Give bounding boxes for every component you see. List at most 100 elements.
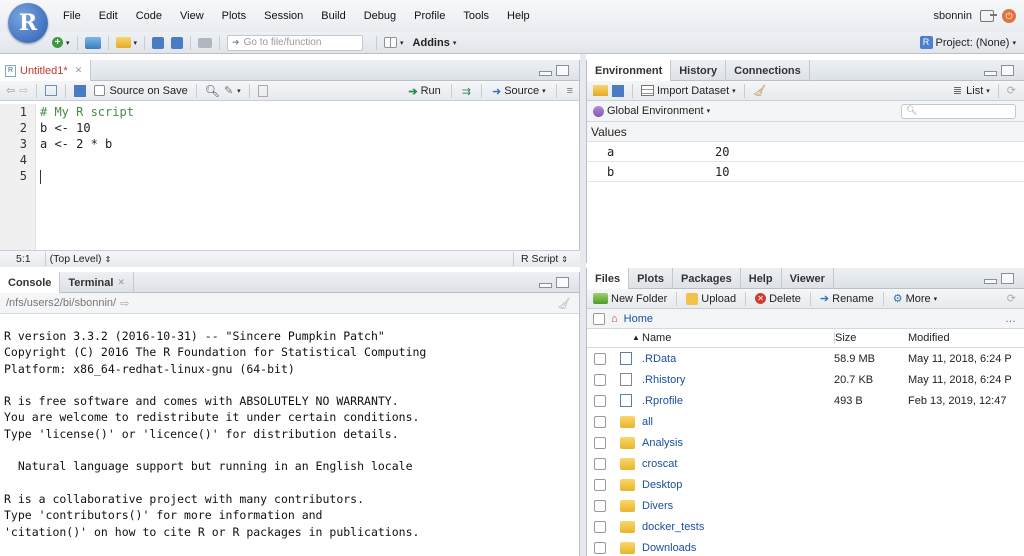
- tab-environment[interactable]: Environment: [587, 60, 672, 81]
- grid-layout-button[interactable]: ▾: [384, 37, 404, 48]
- menu-debug[interactable]: Debug: [364, 10, 396, 22]
- compile-report-icon[interactable]: [257, 84, 268, 97]
- folder-name[interactable]: all: [642, 416, 653, 428]
- file-checkbox[interactable]: [594, 352, 606, 365]
- menu-build[interactable]: Build: [321, 10, 345, 22]
- menu-file[interactable]: File: [63, 10, 81, 22]
- source-on-save-toggle[interactable]: Source on Save: [94, 85, 188, 97]
- tab-console[interactable]: Console: [0, 272, 61, 293]
- folder-row[interactable]: Desktop: [587, 474, 1024, 495]
- menu-code[interactable]: Code: [136, 10, 162, 22]
- minimize-icon[interactable]: [539, 283, 552, 288]
- source-on-save-checkbox[interactable]: [94, 85, 106, 96]
- file-name[interactable]: .Rhistory: [642, 374, 685, 386]
- column-size-header[interactable]: Size: [834, 332, 856, 344]
- tab-plots[interactable]: Plots: [629, 268, 673, 289]
- open-file-button[interactable]: ▾: [115, 37, 137, 48]
- maximize-icon[interactable]: [1001, 273, 1014, 284]
- tab-packages[interactable]: Packages: [673, 268, 741, 289]
- file-row[interactable]: .Rhistory 20.7 KB May 11, 2018, 6:24 P: [587, 369, 1024, 390]
- tab-files[interactable]: Files: [587, 268, 630, 289]
- variable-row[interactable]: b 10: [587, 162, 1024, 182]
- folder-name[interactable]: Analysis: [642, 437, 683, 449]
- maximize-icon[interactable]: [556, 277, 569, 288]
- clear-console-icon[interactable]: 🧹︎: [557, 297, 571, 310]
- file-checkbox[interactable]: [594, 541, 606, 554]
- close-icon[interactable]: ✕: [75, 65, 83, 76]
- column-name-header[interactable]: ▲ Name: [632, 332, 671, 344]
- tab-connections[interactable]: Connections: [726, 60, 810, 81]
- file-checkbox[interactable]: [594, 436, 606, 449]
- power-icon[interactable]: ⏻: [1002, 9, 1016, 23]
- source-button[interactable]: ➜ Source ▾: [492, 85, 546, 98]
- minimize-icon[interactable]: [539, 71, 552, 76]
- save-workspace-icon[interactable]: [612, 84, 624, 97]
- goto-file-input[interactable]: ➜ Go to file/function: [227, 34, 364, 51]
- load-workspace-icon[interactable]: [593, 85, 608, 96]
- tab-history[interactable]: History: [671, 60, 727, 81]
- goto-dir-icon[interactable]: ⇨: [120, 297, 129, 310]
- maximize-icon[interactable]: [556, 65, 569, 76]
- menu-edit[interactable]: Edit: [99, 10, 118, 22]
- file-checkbox[interactable]: [594, 457, 606, 470]
- save-all-icon[interactable]: [171, 36, 184, 49]
- new-folder-button[interactable]: New Folder: [593, 293, 667, 305]
- file-name[interactable]: .RData: [642, 353, 676, 365]
- maximize-icon[interactable]: [1001, 65, 1014, 76]
- minimize-icon[interactable]: [984, 71, 997, 76]
- rerun-icon[interactable]: ⇉: [462, 85, 471, 98]
- breadcrumb-home[interactable]: Home: [624, 313, 653, 325]
- import-dataset-button[interactable]: Import Dataset ▾: [641, 85, 736, 97]
- folder-name[interactable]: Desktop: [642, 479, 682, 491]
- file-checkbox[interactable]: [594, 373, 606, 386]
- project-menu-button[interactable]: R Project: (None) ▾: [919, 36, 1016, 49]
- file-checkbox[interactable]: [594, 478, 606, 491]
- new-project-button[interactable]: [84, 36, 101, 49]
- file-name[interactable]: .Rprofile: [642, 395, 683, 407]
- folder-row[interactable]: Analysis: [587, 432, 1024, 453]
- global-environment-dropdown[interactable]: Global Environment ▾: [593, 105, 710, 117]
- code-editor[interactable]: 1 2 3 4 5 # My R script b <- 10 a <- 2 *…: [0, 104, 578, 250]
- column-modified-header[interactable]: Modified: [908, 332, 950, 344]
- magic-wand-icon[interactable]: ✎: [224, 84, 233, 97]
- file-type-selector[interactable]: R Script ⇕: [509, 252, 568, 266]
- new-file-button[interactable]: + ▾: [52, 37, 70, 48]
- more-options-icon[interactable]: …: [1005, 313, 1016, 325]
- more-button[interactable]: ⚙ More ▾: [893, 292, 937, 306]
- menu-profile[interactable]: Profile: [414, 10, 445, 22]
- tab-untitled1[interactable]: R Untitled1* ✕: [0, 60, 92, 81]
- list-view-button[interactable]: List ▾: [966, 85, 990, 97]
- rename-button[interactable]: ➔ Rename: [820, 292, 874, 306]
- search-icon[interactable]: 🔍︎: [205, 84, 220, 98]
- folder-name[interactable]: docker_tests: [642, 521, 704, 533]
- file-checkbox[interactable]: [594, 499, 606, 512]
- select-all-checkbox[interactable]: [593, 312, 605, 325]
- file-checkbox[interactable]: [594, 520, 606, 533]
- refresh-icon[interactable]: ⟳: [1007, 84, 1016, 97]
- addins-button[interactable]: Addins ▾: [413, 37, 457, 49]
- folder-row[interactable]: Divers: [587, 495, 1024, 516]
- variable-row[interactable]: a 20: [587, 142, 1024, 162]
- close-icon[interactable]: ✕: [117, 277, 125, 288]
- folder-row[interactable]: Downloads: [587, 537, 1024, 556]
- file-row[interactable]: .Rprofile 493 B Feb 13, 2019, 12:47: [587, 390, 1024, 411]
- save-icon[interactable]: [152, 36, 165, 49]
- outline-icon[interactable]: ≡: [567, 85, 573, 97]
- forward-icon[interactable]: ⇨: [19, 84, 28, 97]
- signout-icon[interactable]: [980, 10, 997, 22]
- menu-tools[interactable]: Tools: [463, 10, 489, 22]
- show-in-window-icon[interactable]: [45, 85, 58, 96]
- delete-button[interactable]: ✕ Delete: [755, 293, 801, 305]
- folder-name[interactable]: croscat: [642, 458, 677, 470]
- refresh-icon[interactable]: ⟳: [1007, 292, 1016, 305]
- run-button[interactable]: ➔ Run: [408, 85, 440, 98]
- file-row[interactable]: .RData 58.9 MB May 11, 2018, 6:24 P: [587, 348, 1024, 369]
- folder-name[interactable]: Divers: [642, 500, 673, 512]
- file-checkbox[interactable]: [594, 394, 606, 407]
- save-icon[interactable]: [74, 84, 87, 97]
- tab-terminal[interactable]: Terminal ✕: [60, 272, 134, 293]
- broom-icon[interactable]: 🧹︎: [753, 84, 767, 97]
- menu-session[interactable]: Session: [264, 10, 303, 22]
- file-checkbox[interactable]: [594, 415, 606, 428]
- folder-row[interactable]: all: [587, 411, 1024, 432]
